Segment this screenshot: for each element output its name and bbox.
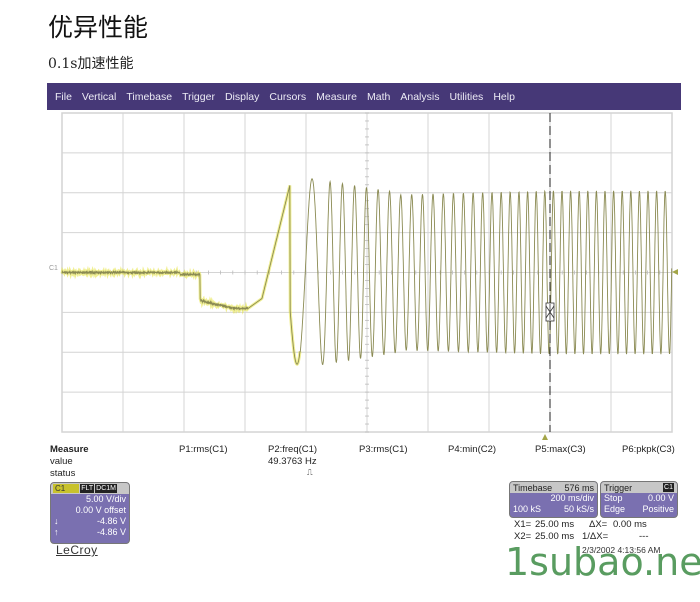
- param-p1[interactable]: P1:rms(C1): [179, 444, 228, 455]
- channel-name: C1: [53, 484, 80, 493]
- time-per-div: 200 ms/div: [550, 493, 594, 503]
- channel-header: C1 FLT DC1M: [51, 483, 129, 494]
- measure-row-status: status: [50, 468, 76, 479]
- badge-dc1m: DC1M: [95, 484, 118, 493]
- trigger-panel[interactable]: Trigger C1 Stop 0.00 V Edge Positive: [600, 481, 678, 518]
- trigger-slope: Positive: [642, 504, 674, 514]
- trigger-mode: Stop: [604, 493, 623, 503]
- timebase-delay: 576 ms: [564, 482, 594, 493]
- param-p6[interactable]: P6:pkpk(C3): [622, 444, 675, 455]
- timestamp: 2/3/2002 4:13:56 AM: [582, 545, 661, 555]
- trigger-level-icon: [672, 269, 678, 275]
- lecroy-logo: LeCroy: [56, 543, 98, 557]
- measure-row-value: value: [50, 456, 73, 467]
- cursor-up-icon: ↑: [54, 527, 59, 537]
- trigger-type: Edge: [604, 504, 626, 514]
- param-p2-status: ⎍: [307, 468, 313, 477]
- channel-offset: 0.00 V offset: [75, 505, 126, 515]
- timebase-panel[interactable]: Timebase 576 ms 200 ms/div 100 kS 50 kS/s: [509, 481, 598, 518]
- cursor-x1-label: X1=: [514, 519, 532, 530]
- cursor-dx-value: 0.00 ms: [613, 519, 647, 530]
- volts-per-div: 5.00 V/div: [85, 494, 126, 504]
- trigger-level: 0.00 V: [647, 493, 674, 503]
- param-p2-value: 49.3763 Hz: [268, 456, 317, 467]
- cursor-crosshair-icon[interactable]: [545, 302, 555, 322]
- sample-count: 100 kS: [513, 504, 542, 514]
- param-p2[interactable]: P2:freq(C1): [268, 444, 317, 455]
- cursor-dx-label: ΔX=: [589, 519, 608, 530]
- cursor-down-icon: ↓: [54, 516, 59, 526]
- measure-title: Measure: [50, 444, 89, 455]
- cursor2-voltage: -4.86 V: [96, 527, 126, 537]
- trigger-label: Trigger: [604, 482, 633, 493]
- trigger-position-icon: [542, 434, 548, 440]
- param-p5[interactable]: P5:max(C3): [535, 444, 586, 455]
- param-p3[interactable]: P3:rms(C1): [359, 444, 408, 455]
- cursor1-voltage: -4.86 V: [96, 516, 126, 526]
- trigger-channel: C1: [663, 483, 674, 492]
- channel-panel[interactable]: C1 FLT DC1M 5.00 V/div 0.00 V offset ↓ -4…: [50, 482, 130, 544]
- timebase-label: Timebase: [513, 482, 553, 493]
- param-p4[interactable]: P4:min(C2): [448, 444, 496, 455]
- badge-flt: FLT: [80, 484, 95, 493]
- sample-rate: 50 kS/s: [563, 504, 594, 514]
- cursor-x1-value: 25.00 ms: [535, 519, 575, 530]
